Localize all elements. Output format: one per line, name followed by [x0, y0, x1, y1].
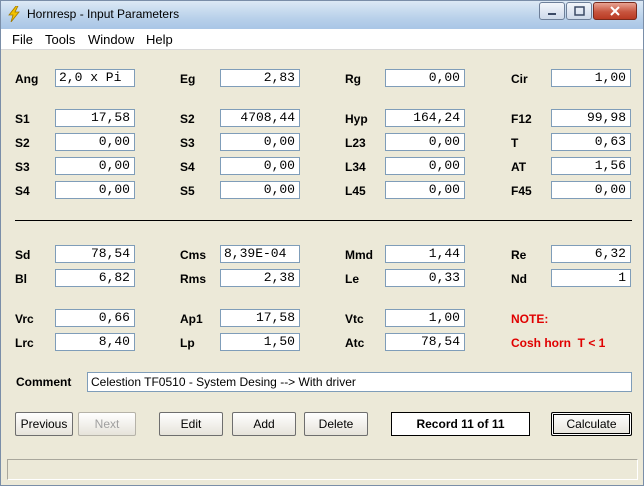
add-button[interactable]: Add	[232, 412, 296, 436]
record-indicator: Record 11 of 11	[391, 412, 530, 436]
input-vrc[interactable]: 0,66	[55, 309, 135, 327]
input-cms[interactable]: 8,39E-04	[220, 245, 300, 263]
input-bl[interactable]: 6,82	[55, 269, 135, 287]
input-hyp[interactable]: 164,24	[385, 109, 465, 127]
label-sd: Sd	[15, 248, 31, 262]
input-rms[interactable]: 2,38	[220, 269, 300, 287]
input-eg[interactable]: 2,83	[220, 69, 300, 87]
label-f12: F12	[511, 112, 532, 126]
next-button[interactable]: Next	[78, 412, 136, 436]
maximize-button[interactable]	[566, 2, 592, 20]
label-rg: Rg	[345, 72, 361, 86]
edit-button[interactable]: Edit	[159, 412, 223, 436]
label-bl: Bl	[15, 272, 27, 286]
label-s4-col2: S4	[180, 160, 195, 174]
input-at[interactable]: 1,56	[551, 157, 631, 175]
label-f45: F45	[511, 184, 532, 198]
note-title: NOTE:	[511, 312, 549, 326]
input-f12[interactable]: 99,98	[551, 109, 631, 127]
input-s5[interactable]: 0,00	[220, 181, 300, 199]
input-ap1[interactable]: 17,58	[220, 309, 300, 327]
input-nd[interactable]: 1	[551, 269, 631, 287]
label-s1: S1	[15, 112, 30, 126]
label-cms: Cms	[180, 248, 207, 262]
menu-window[interactable]: Window	[88, 32, 134, 47]
label-at: AT	[511, 160, 527, 174]
input-re[interactable]: 6,32	[551, 245, 631, 263]
delete-button[interactable]: Delete	[304, 412, 368, 436]
label-lp: Lp	[180, 336, 195, 350]
input-s1[interactable]: 17,58	[55, 109, 135, 127]
label-re: Re	[511, 248, 527, 262]
label-cir: Cir	[511, 72, 528, 86]
menu-tools[interactable]: Tools	[45, 32, 75, 47]
label-nd: Nd	[511, 272, 527, 286]
input-cir[interactable]: 1,00	[551, 69, 631, 87]
close-button[interactable]	[593, 2, 637, 20]
menu-help[interactable]: Help	[146, 32, 173, 47]
label-s2-col2: S2	[180, 112, 195, 126]
label-vtc: Vtc	[345, 312, 364, 326]
label-le: Le	[345, 272, 360, 286]
title-bar[interactable]: Hornresp - Input Parameters	[1, 1, 643, 30]
input-lp[interactable]: 1,50	[220, 333, 300, 351]
input-l34[interactable]: 0,00	[385, 157, 465, 175]
input-l45[interactable]: 0,00	[385, 181, 465, 199]
comment-label: Comment	[16, 375, 72, 389]
main-window: Hornresp - Input Parameters File Tools W…	[0, 0, 644, 486]
window-title: Hornresp - Input Parameters	[27, 7, 180, 21]
input-atc[interactable]: 78,54	[385, 333, 465, 351]
comment-input[interactable]: Celestion TF0510 - System Desing --> Wit…	[87, 372, 632, 392]
label-l34: L34	[345, 160, 366, 174]
input-mmd[interactable]: 1,44	[385, 245, 465, 263]
section-divider	[15, 220, 632, 221]
note-text: Cosh horn T < 1	[511, 336, 606, 350]
label-ap1: Ap1	[180, 312, 203, 326]
menu-bar: File Tools Window Help	[1, 29, 643, 50]
calculate-button[interactable]: Calculate	[551, 412, 632, 436]
label-s3-col2: S3	[180, 136, 195, 150]
label-mmd: Mmd	[345, 248, 373, 262]
maximize-icon	[574, 6, 585, 16]
input-s2-col2[interactable]: 4708,44	[220, 109, 300, 127]
input-lrc[interactable]: 8,40	[55, 333, 135, 351]
label-vrc: Vrc	[15, 312, 34, 326]
input-le[interactable]: 0,33	[385, 269, 465, 287]
label-lrc: Lrc	[15, 336, 34, 350]
label-hyp: Hyp	[345, 112, 368, 126]
label-l45: L45	[345, 184, 366, 198]
label-eg: Eg	[180, 72, 196, 86]
input-s3-col2[interactable]: 0,00	[220, 133, 300, 151]
label-s5: S5	[180, 184, 195, 198]
label-t: T	[511, 136, 519, 150]
status-bar	[7, 459, 638, 480]
minimize-button[interactable]	[539, 2, 565, 20]
minimize-icon	[548, 13, 556, 15]
input-s4-col2[interactable]: 0,00	[220, 157, 300, 175]
label-s4: S4	[15, 184, 30, 198]
label-l23: L23	[345, 136, 366, 150]
input-sd[interactable]: 78,54	[55, 245, 135, 263]
label-s2: S2	[15, 136, 30, 150]
input-rg[interactable]: 0,00	[385, 69, 465, 87]
label-s3: S3	[15, 160, 30, 174]
previous-button[interactable]: Previous	[15, 412, 73, 436]
input-s4[interactable]: 0,00	[55, 181, 135, 199]
label-ang: Ang	[15, 72, 39, 86]
input-s2[interactable]: 0,00	[55, 133, 135, 151]
label-rms: Rms	[180, 272, 207, 286]
menu-file[interactable]: File	[12, 32, 33, 47]
input-f45[interactable]: 0,00	[551, 181, 631, 199]
input-ang[interactable]: 2,0 x Pi	[55, 69, 135, 87]
input-t[interactable]: 0,63	[551, 133, 631, 151]
input-l23[interactable]: 0,00	[385, 133, 465, 151]
lightning-bolt-icon	[8, 6, 20, 22]
label-atc: Atc	[345, 336, 365, 350]
input-s3[interactable]: 0,00	[55, 157, 135, 175]
close-icon	[610, 6, 620, 16]
input-vtc[interactable]: 1,00	[385, 309, 465, 327]
